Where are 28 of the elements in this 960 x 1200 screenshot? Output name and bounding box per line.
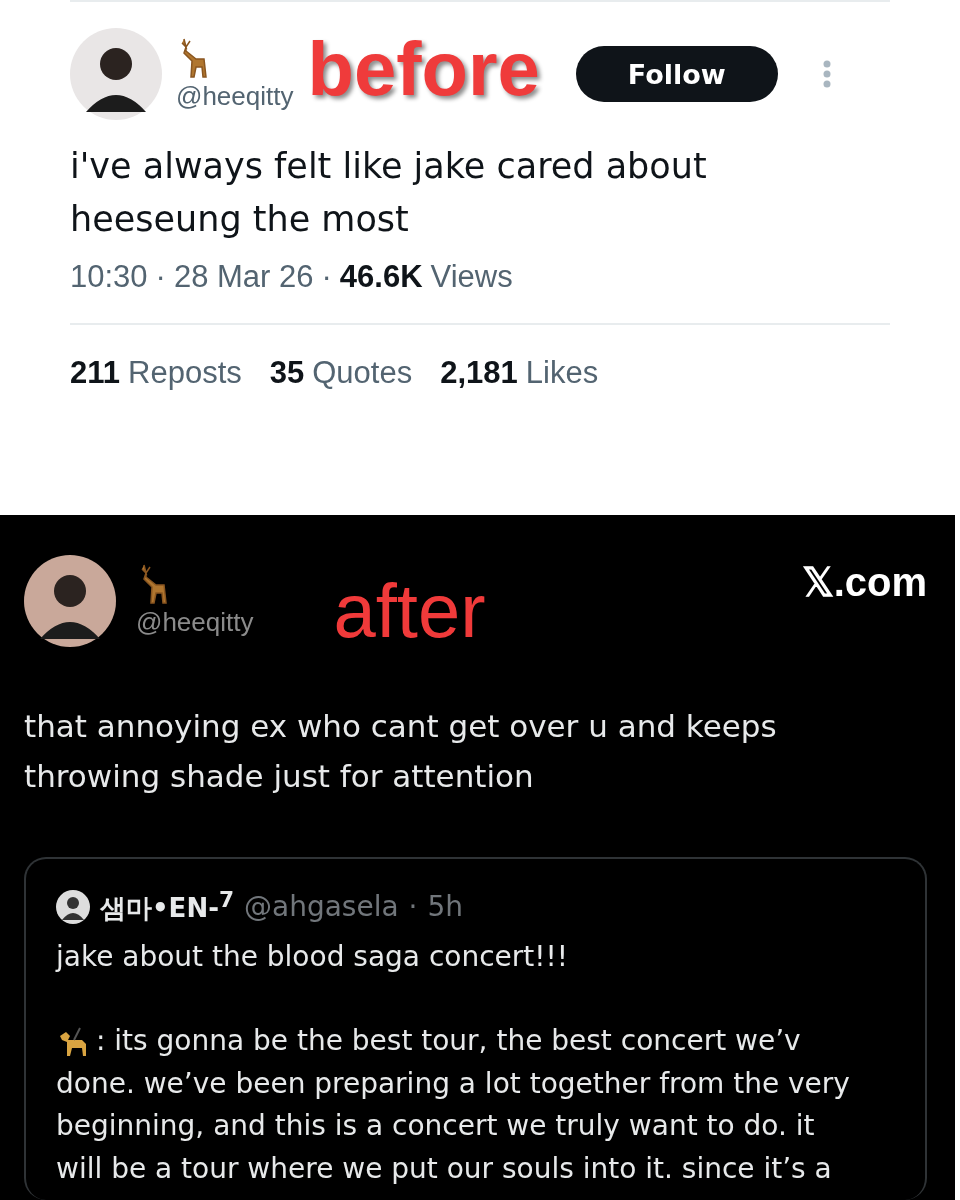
overlay-label: after — [333, 567, 486, 654]
display-name: 샘마•EN-$^{7}$ — [100, 887, 234, 925]
tweet-text: i've always felt like jake cared about heeseung the most — [70, 145, 708, 241]
overlay-label: before — [307, 31, 540, 107]
quote-title: jake about the blood saga concert!!! — [56, 938, 569, 975]
tweet-text: that annoying ex who cant get over u and keeps throwing shade just for attention — [24, 707, 778, 796]
stat-count: 2,181 — [440, 355, 518, 391]
tweet-age: 5h — [427, 890, 464, 923]
separator-dot: · — [321, 259, 332, 295]
tweet-date: 28 Mar 26 — [173, 259, 314, 295]
stat-label[interactable]: Reposts — [128, 355, 242, 391]
tweet-time: 10:30 — [70, 259, 148, 295]
separator-dot: · — [408, 890, 418, 923]
stat-count: 35 — [269, 355, 305, 391]
views-label: Views — [430, 259, 513, 295]
views-count: 46.6K — [339, 259, 423, 295]
separator-dot: · — [155, 259, 166, 295]
user-handle: @ahgasela — [244, 890, 399, 923]
quote-body: : its gonna be the best tour, the best concert we’v — [96, 1023, 801, 1060]
quote-body: done. we’ve been preparing a lot together from the very beginning, and this is a concert we truly want to do. it will be a tour where we put our souls into it. since it’s a — [56, 1065, 851, 1188]
follow-button[interactable]: Follow — [575, 46, 778, 102]
stat-count: 211 — [70, 355, 120, 391]
stat-label[interactable]: Quotes — [312, 355, 413, 391]
avatar — [56, 889, 90, 924]
site-label: 𝕏.com — [801, 559, 927, 605]
user-handle[interactable]: @heeqitty — [136, 607, 254, 638]
user-handle[interactable]: @heeqitty — [176, 80, 294, 112]
stat-label[interactable]: Likes — [525, 355, 599, 391]
